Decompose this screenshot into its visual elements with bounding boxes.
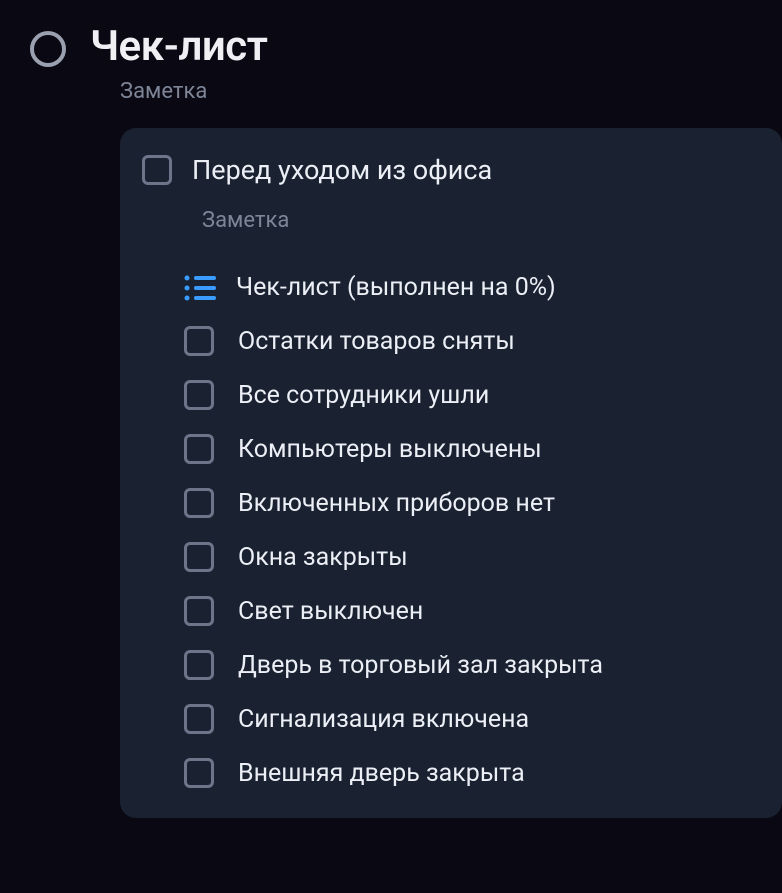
item-label: Все сотрудники ушли: [238, 381, 489, 410]
list-item: Окна закрыты: [184, 542, 752, 572]
item-label: Компьютеры выключены: [238, 435, 542, 464]
page-title: Чек-лист: [90, 22, 267, 71]
checklist-items: Остатки товаров сняты Все сотрудники ушл…: [184, 326, 752, 788]
task-title: Перед уходом из офиса: [192, 154, 492, 186]
task-card: Перед уходом из офиса Заметка Чек-лист (…: [120, 128, 782, 818]
list-item: Остатки товаров сняты: [184, 326, 752, 356]
item-checkbox[interactable]: [184, 758, 214, 788]
list-item: Сигнализация включена: [184, 704, 752, 734]
item-checkbox[interactable]: [184, 326, 214, 356]
page-subtitle: Заметка: [120, 79, 782, 104]
item-label: Дверь в торговый зал закрыта: [238, 651, 603, 680]
item-label: Внешняя дверь закрыта: [238, 759, 525, 788]
list-item: Свет выключен: [184, 596, 752, 626]
checklist-title: Чек-лист (выполнен на 0%): [236, 273, 556, 302]
item-checkbox[interactable]: [184, 434, 214, 464]
task-subtitle: Заметка: [202, 208, 752, 233]
item-label: Свет выключен: [238, 597, 423, 626]
checklist-icon: [184, 274, 218, 302]
item-checkbox[interactable]: [184, 488, 214, 518]
list-item: Включенных приборов нет: [184, 488, 752, 518]
item-label: Сигнализация включена: [238, 705, 529, 734]
item-checkbox[interactable]: [184, 542, 214, 572]
item-label: Окна закрыты: [238, 543, 408, 572]
item-label: Остатки товаров сняты: [238, 327, 515, 356]
status-circle-icon[interactable]: [30, 31, 66, 67]
list-item: Внешняя дверь закрыта: [184, 758, 752, 788]
item-checkbox[interactable]: [184, 596, 214, 626]
list-item: Все сотрудники ушли: [184, 380, 752, 410]
item-checkbox[interactable]: [184, 380, 214, 410]
list-item: Компьютеры выключены: [184, 434, 752, 464]
task-checkbox[interactable]: [142, 155, 172, 185]
list-item: Дверь в торговый зал закрыта: [184, 650, 752, 680]
item-checkbox[interactable]: [184, 650, 214, 680]
item-checkbox[interactable]: [184, 704, 214, 734]
item-label: Включенных приборов нет: [238, 489, 555, 518]
